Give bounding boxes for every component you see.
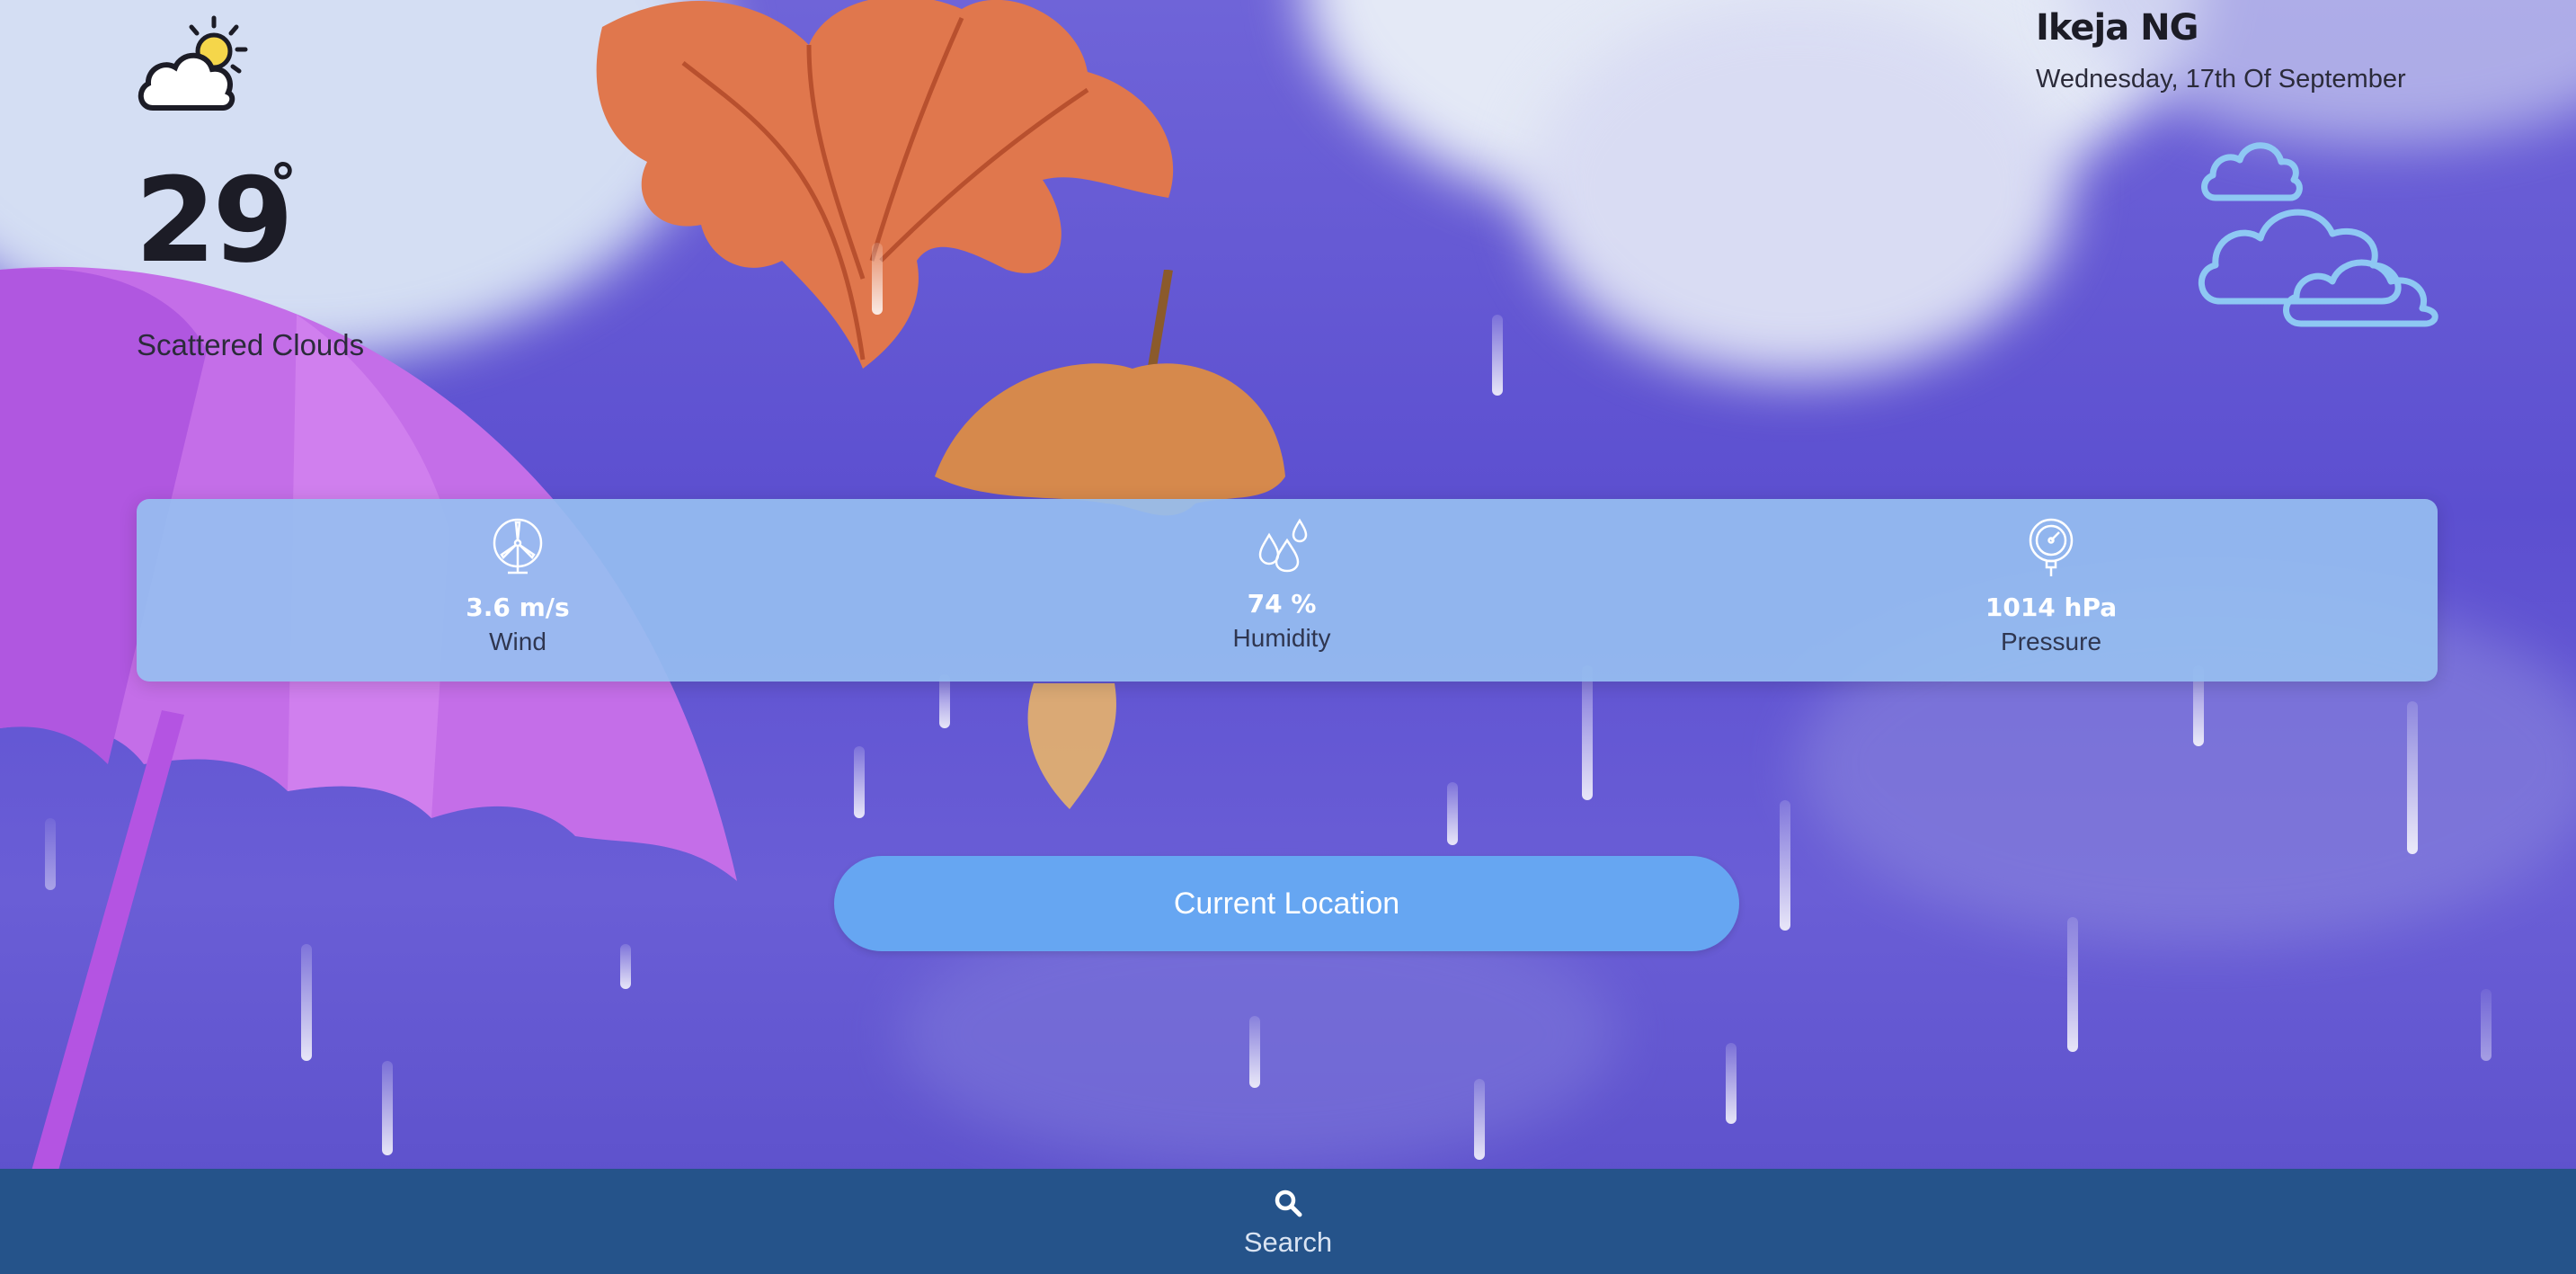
wind-stat: 3.6 m/s Wind [383, 517, 653, 656]
water-drops-icon [1258, 518, 1308, 573]
weather-stats-panel: 3.6 m/s Wind 74 % Humidity 1014 hPa Pres… [137, 499, 2438, 682]
weather-description: Scattered Clouds [137, 328, 365, 361]
humidity-label: Humidity [1232, 624, 1331, 652]
pressure-value: 1014 hPa [1985, 592, 2118, 622]
current-location-button[interactable]: Current Location [834, 856, 1739, 951]
degree-symbol: ° [270, 153, 297, 216]
location-info: Ikeja NG Wednesday, 17th Of September [2036, 0, 2467, 94]
search-label: Search [1243, 1226, 1333, 1258]
pressure-stat: 1014 hPa Pressure [1916, 517, 2186, 656]
current-date: Wednesday, 17th Of September [2036, 65, 2406, 94]
city-name: Ikeja NG [2036, 7, 2198, 49]
partly-cloudy-sun-icon [138, 15, 248, 111]
temperature-value: 29 [135, 152, 294, 289]
humidity-value: 74 % [1247, 589, 1317, 619]
pressure-gauge-icon [2029, 518, 2074, 576]
humidity-stat: 74 % Humidity [1147, 517, 1417, 653]
wind-label: Wind [489, 628, 546, 655]
wind-turbine-icon [493, 518, 543, 575]
search-icon [1275, 1189, 1302, 1217]
clouds-outline-icon [2198, 142, 2438, 327]
search-tab[interactable]: Search [1198, 1180, 1378, 1259]
wind-value: 3.6 m/s [466, 592, 570, 622]
pressure-label: Pressure [2000, 628, 2102, 655]
bottom-navigation: Search [0, 1169, 2576, 1274]
weather-app: 29 ° Scattered Clouds Ikeja NG Wednesday… [0, 0, 2576, 1274]
